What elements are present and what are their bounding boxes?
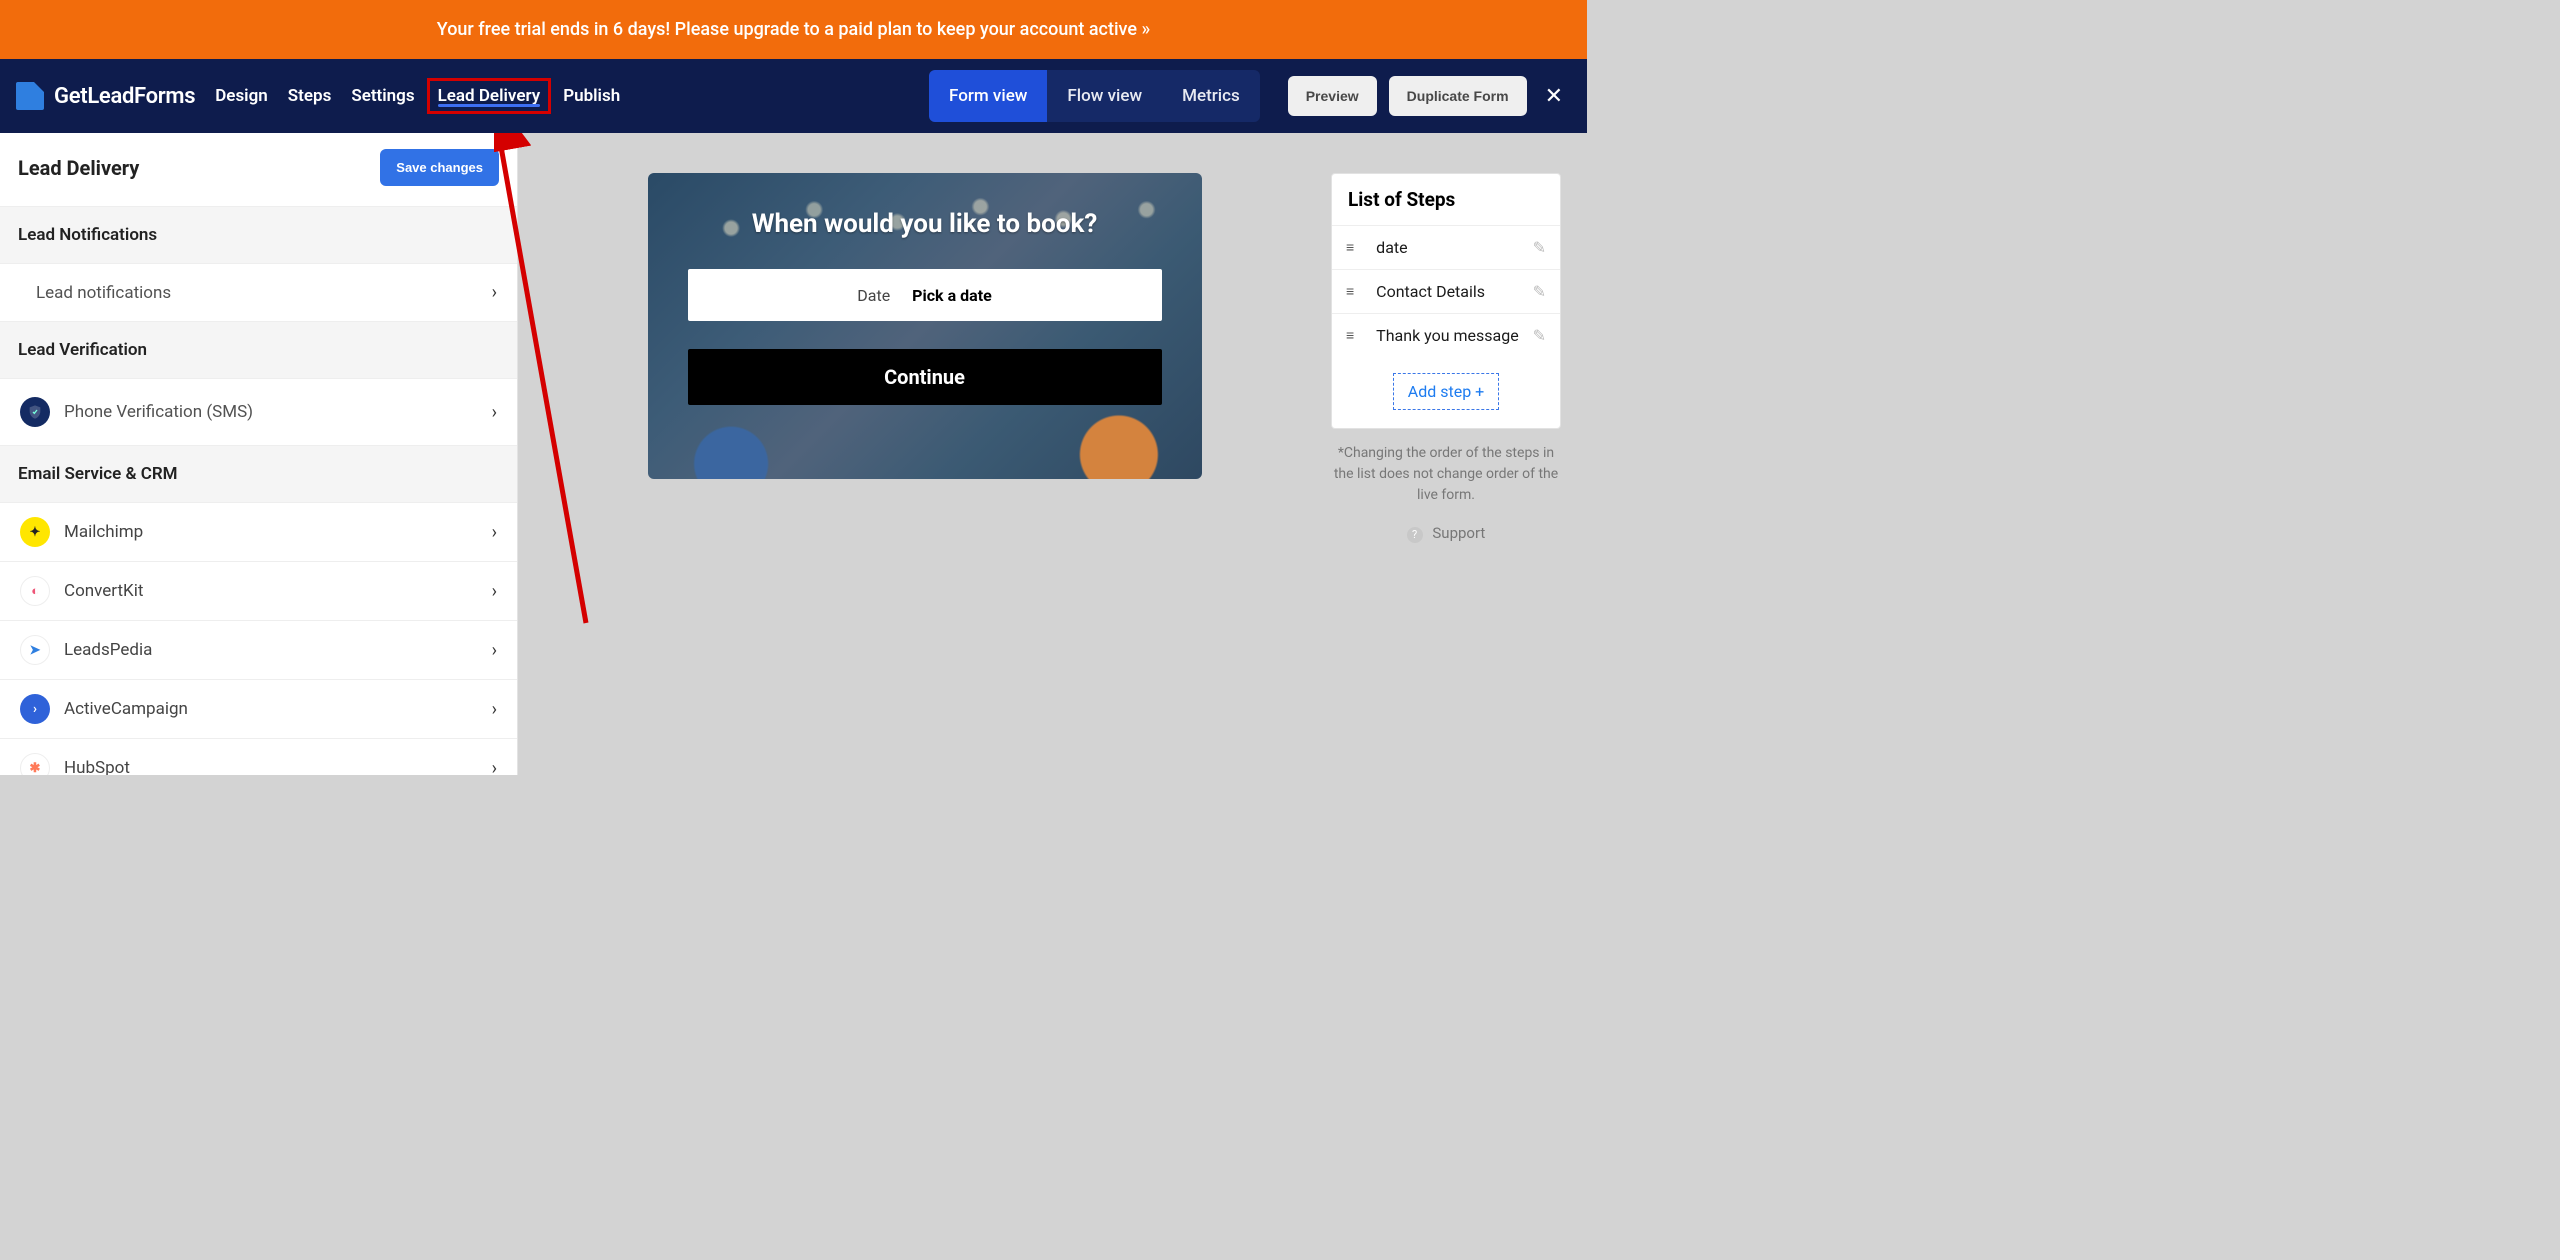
nav-design[interactable]: Design <box>207 78 276 114</box>
crm-convertkit[interactable]: ◐ ConvertKit › <box>0 561 517 620</box>
chevron-right-icon: › <box>492 402 497 423</box>
pencil-icon[interactable]: ✎ <box>1533 282 1546 301</box>
question-icon: ? <box>1407 527 1423 543</box>
add-step-button[interactable]: Add step + <box>1393 373 1499 410</box>
nav-steps[interactable]: Steps <box>280 78 340 114</box>
chevron-right-icon: › <box>492 522 497 543</box>
crm-activecampaign[interactable]: › ActiveCampaign › <box>0 679 517 738</box>
canvas: When would you like to book? Date Pick a… <box>518 133 1331 775</box>
crm-hubspot[interactable]: ✱ HubSpot › <box>0 738 517 775</box>
drag-handle-icon[interactable]: ≡ <box>1346 327 1354 344</box>
view-tabs: Form view Flow view Metrics <box>929 70 1260 122</box>
sidebar-header: Lead Delivery Save changes <box>0 133 517 207</box>
date-label: Date <box>857 286 890 305</box>
chevron-right-icon: › <box>492 581 497 602</box>
section-lead-notifications-title: Lead Notifications <box>0 207 517 263</box>
trial-banner-text: Your free trial ends in 6 days! Please u… <box>437 19 1150 40</box>
convertkit-icon: ◐ <box>20 576 50 606</box>
duplicate-form-button[interactable]: Duplicate Form <box>1389 76 1527 116</box>
tab-flow-view[interactable]: Flow view <box>1047 70 1162 122</box>
pencil-icon[interactable]: ✎ <box>1533 238 1546 257</box>
mailchimp-icon: ✦ <box>20 517 50 547</box>
trial-banner[interactable]: Your free trial ends in 6 days! Please u… <box>0 0 1587 59</box>
activecampaign-icon: › <box>20 694 50 724</box>
drag-handle-icon[interactable]: ≡ <box>1346 239 1354 256</box>
crm-mailchimp[interactable]: ✦ Mailchimp › <box>0 502 517 561</box>
steps-heading: List of Steps <box>1332 174 1560 225</box>
tab-form-view[interactable]: Form view <box>929 70 1047 122</box>
logo-icon <box>16 82 44 110</box>
step-row-date[interactable]: ≡ date ✎ <box>1332 225 1560 269</box>
nav-settings[interactable]: Settings <box>343 78 422 114</box>
section-lead-verification-title: Lead Verification <box>0 322 517 378</box>
right-panel: List of Steps ≡ date ✎ ≡ Contact Details… <box>1331 133 1587 775</box>
sidebar: Lead Delivery Save changes Lead Notifica… <box>0 133 518 775</box>
leadspedia-icon: ➤ <box>20 635 50 665</box>
crm-leadspedia[interactable]: ➤ LeadsPedia › <box>0 620 517 679</box>
save-changes-button[interactable]: Save changes <box>380 149 499 186</box>
support-link[interactable]: ? Support <box>1331 524 1561 543</box>
steps-note: *Changing the order of the steps in the … <box>1331 443 1561 506</box>
nav-publish[interactable]: Publish <box>555 78 628 114</box>
steps-card: List of Steps ≡ date ✎ ≡ Contact Details… <box>1331 173 1561 429</box>
preview-button[interactable]: Preview <box>1288 76 1377 116</box>
form-preview-card: When would you like to book? Date Pick a… <box>648 173 1202 479</box>
active-underline <box>438 104 541 107</box>
chevron-right-icon: › <box>492 640 497 661</box>
form-heading: When would you like to book? <box>688 209 1162 239</box>
workspace: Lead Delivery Save changes Lead Notifica… <box>0 133 1587 775</box>
chevron-right-icon: › <box>492 758 497 776</box>
chevron-right-icon: › <box>492 699 497 720</box>
step-row-contact-details[interactable]: ≡ Contact Details ✎ <box>1332 269 1560 313</box>
date-input[interactable]: Date Pick a date <box>688 269 1162 321</box>
drag-handle-icon[interactable]: ≡ <box>1346 283 1354 300</box>
nav-lead-delivery[interactable]: Lead Delivery <box>427 78 552 114</box>
chevron-right-icon: › <box>492 282 497 303</box>
topbar-right-controls: Preview Duplicate Form ✕ <box>1288 76 1569 116</box>
step-row-thank-you[interactable]: ≡ Thank you message ✎ <box>1332 313 1560 357</box>
sidebar-item-phone-verification[interactable]: Phone Verification (SMS) › <box>0 378 517 446</box>
pencil-icon[interactable]: ✎ <box>1533 326 1546 345</box>
brand-name: GetLeadForms <box>54 84 195 109</box>
topbar: GetLeadForms Design Steps Settings Lead … <box>0 59 1587 133</box>
date-placeholder: Pick a date <box>912 286 992 305</box>
continue-button[interactable]: Continue <box>688 349 1162 405</box>
main-nav: Design Steps Settings Lead Delivery Publ… <box>207 78 628 114</box>
section-email-crm-title: Email Service & CRM <box>0 446 517 502</box>
close-icon[interactable]: ✕ <box>1539 84 1569 109</box>
sidebar-title: Lead Delivery <box>18 156 139 180</box>
shield-icon <box>20 397 50 427</box>
sidebar-item-lead-notifications[interactable]: Lead notifications › <box>0 263 517 322</box>
tab-metrics[interactable]: Metrics <box>1162 70 1260 122</box>
hubspot-icon: ✱ <box>20 753 50 775</box>
brand-logo[interactable]: GetLeadForms <box>16 82 195 110</box>
